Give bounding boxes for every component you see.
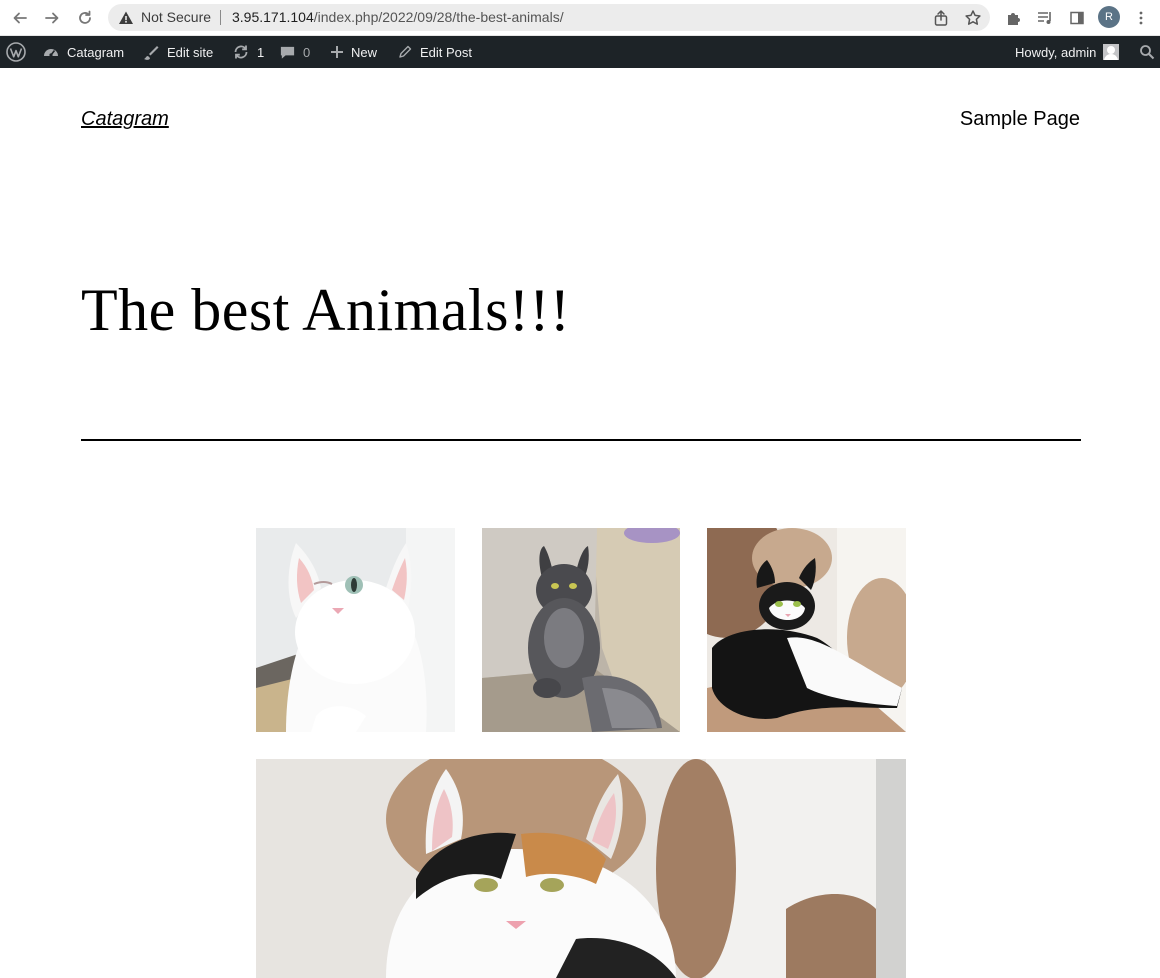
updates-count: 1 xyxy=(257,44,265,60)
pencil-icon xyxy=(399,45,412,58)
comment-bubble-icon xyxy=(280,46,295,59)
search-icon[interactable] xyxy=(1139,36,1155,68)
address-divider xyxy=(220,10,221,25)
adminbar-edit-post[interactable]: Edit Post xyxy=(397,36,472,68)
extensions-puzzle-icon[interactable] xyxy=(1001,6,1025,30)
kebab-menu-icon[interactable] xyxy=(1129,6,1153,30)
url-path: /index.php/2022/09/28/the-best-animals/ xyxy=(313,9,564,25)
adminbar-account[interactable]: Howdy, admin xyxy=(1015,36,1120,68)
back-arrow-icon[interactable] xyxy=(8,6,32,30)
reload-icon[interactable] xyxy=(73,6,97,30)
adminbar-site-link[interactable]: Catagram xyxy=(42,36,124,68)
dashboard-gauge-icon xyxy=(44,49,58,57)
post-title: The best Animals!!! xyxy=(81,277,571,343)
nav-link-sample-page[interactable]: Sample Page xyxy=(960,108,1080,131)
plus-icon xyxy=(331,46,343,58)
gallery-image-white-cat[interactable] xyxy=(256,528,455,732)
side-panel-icon[interactable] xyxy=(1065,6,1089,30)
forward-arrow-icon[interactable] xyxy=(40,6,64,30)
gallery-image-tuxedo-cat[interactable] xyxy=(707,528,906,732)
bookmark-star-icon[interactable] xyxy=(964,9,982,27)
comments-count: 0 xyxy=(303,44,311,60)
adminbar-edit-site[interactable]: Edit site xyxy=(142,36,213,68)
adminbar-site-name: Catagram xyxy=(67,44,125,60)
gallery-image-calico-cat[interactable] xyxy=(256,759,906,978)
adminbar-new-label: New xyxy=(351,44,378,60)
brush-icon xyxy=(144,46,159,60)
warning-icon xyxy=(119,11,133,24)
adminbar-comments[interactable]: 0 xyxy=(279,36,310,68)
address-bar[interactable]: Not Secure 3.95.171.104/index.php/2022/0… xyxy=(108,4,990,31)
wordpress-logo-icon[interactable] xyxy=(6,36,26,68)
howdy-label: Howdy, admin xyxy=(1015,44,1097,60)
share-icon[interactable] xyxy=(932,9,950,27)
adminbar-edit-post-label: Edit Post xyxy=(420,44,473,60)
url-text: 3.95.171.104/index.php/2022/09/28/the-be… xyxy=(232,9,564,25)
user-avatar xyxy=(1103,44,1120,60)
wp-admin-bar: Catagram Edit site 1 0 New Edit Post How… xyxy=(0,36,1160,68)
profile-avatar[interactable]: R xyxy=(1098,6,1120,28)
reading-list-icon[interactable] xyxy=(1033,6,1057,30)
site-title-link[interactable]: Catagram xyxy=(81,108,169,131)
adminbar-new[interactable]: New xyxy=(330,36,377,68)
browser-toolbar: Not Secure 3.95.171.104/index.php/2022/0… xyxy=(0,0,1160,36)
adminbar-updates[interactable]: 1 xyxy=(232,36,264,68)
url-host: 3.95.171.104 xyxy=(232,9,314,25)
security-label: Not Secure xyxy=(141,9,212,25)
gallery-image-gray-longhair-cat[interactable] xyxy=(482,528,680,732)
updates-icon xyxy=(234,45,248,59)
adminbar-edit-site-label: Edit site xyxy=(167,44,214,60)
separator xyxy=(81,439,1081,441)
